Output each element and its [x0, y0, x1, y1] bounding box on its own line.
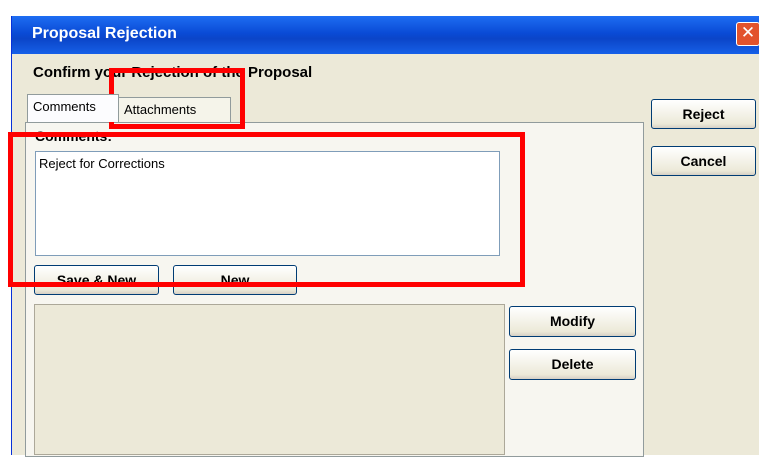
proposal-rejection-dialog: Proposal Rejection ✕ Confirm your Reject… [11, 16, 759, 457]
reject-button[interactable]: Reject [651, 99, 756, 129]
cancel-button[interactable]: Cancel [651, 146, 756, 176]
modify-button[interactable]: Modify [509, 306, 636, 337]
comments-label: Comments: [35, 128, 113, 144]
close-icon[interactable]: ✕ [736, 22, 759, 46]
comments-list[interactable] [34, 304, 505, 455]
tab-attachments[interactable]: Attachments [118, 97, 231, 122]
delete-button[interactable]: Delete [509, 349, 636, 380]
comments-textarea[interactable]: Reject for Corrections [35, 151, 500, 256]
dialog-heading: Confirm your Rejection of the Proposal [33, 64, 313, 81]
title-bar[interactable]: Proposal Rejection ✕ [12, 16, 759, 54]
save-and-new-button[interactable]: Save & New [34, 265, 159, 295]
tab-comments[interactable]: Comments [27, 94, 119, 122]
window-title: Proposal Rejection [32, 25, 177, 42]
new-button[interactable]: New [173, 265, 297, 295]
